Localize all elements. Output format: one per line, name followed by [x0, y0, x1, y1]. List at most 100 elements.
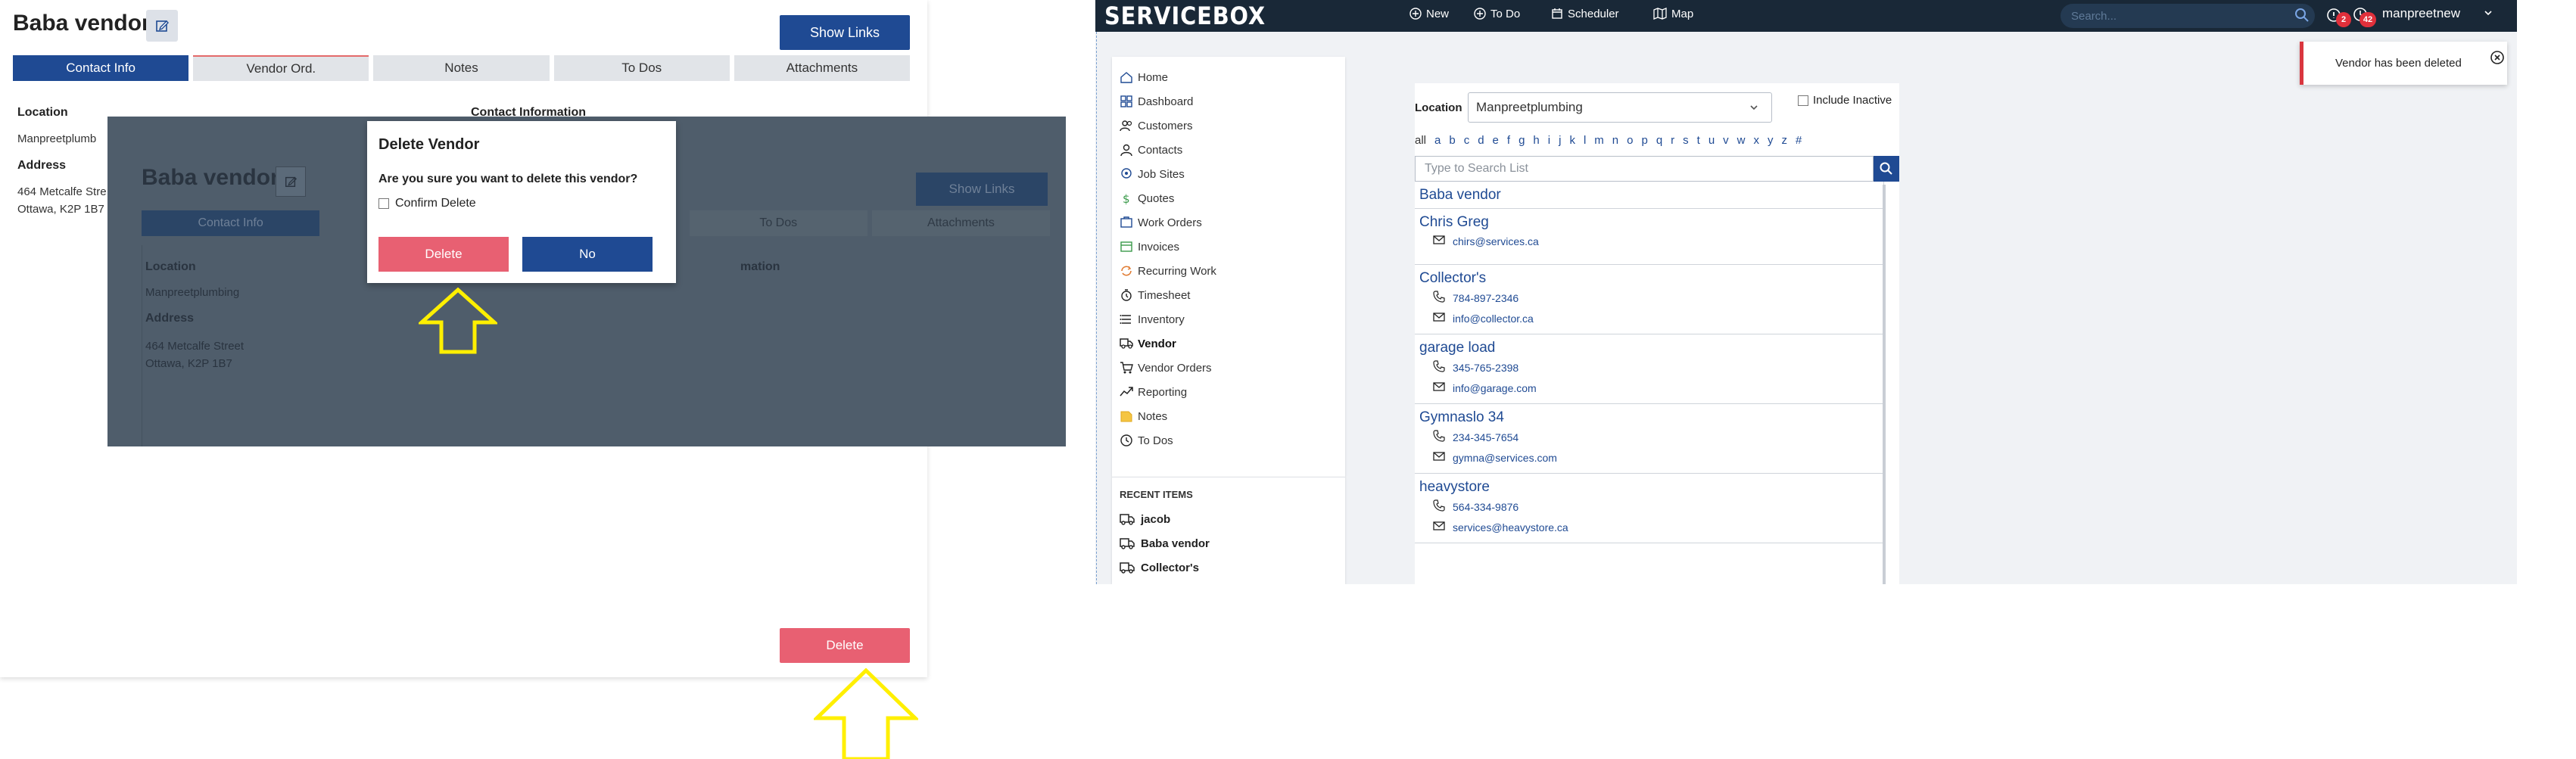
- alpha-filter-c[interactable]: c: [1464, 134, 1470, 147]
- alpha-filter-b[interactable]: b: [1449, 134, 1455, 147]
- close-icon[interactable]: [2490, 50, 2505, 65]
- dialog-no-button[interactable]: No: [522, 237, 653, 272]
- vendor-list-item[interactable]: Baba vendor: [1415, 182, 1883, 209]
- search-icon[interactable]: [2294, 7, 2310, 23]
- vendor-email[interactable]: info@garage.com: [1433, 381, 1537, 394]
- list-search-input[interactable]: Type to Search List: [1415, 156, 1874, 182]
- vendor-email[interactable]: chirs@services.ca: [1433, 235, 1539, 247]
- vendor-email[interactable]: gymna@services.com: [1433, 451, 1557, 464]
- sidebar-item-inventory[interactable]: Inventory: [1120, 308, 1185, 331]
- alpha-filter-m[interactable]: m: [1594, 134, 1604, 147]
- checkbox-box[interactable]: [1798, 95, 1808, 106]
- vendor-email-text[interactable]: chirs@services.ca: [1453, 235, 1539, 247]
- vendor-list-item[interactable]: heavystore 564-334-9876 services@heavystor…: [1415, 474, 1883, 543]
- alpha-filter-z[interactable]: z: [1782, 134, 1788, 147]
- sidebar-item-dashboard[interactable]: Dashboard: [1120, 90, 1193, 113]
- edit-button[interactable]: [146, 10, 178, 42]
- vendor-phone-text[interactable]: 234-345-7654: [1453, 431, 1519, 443]
- alpha-filter-k[interactable]: k: [1569, 134, 1575, 147]
- alpha-filter-all[interactable]: all: [1415, 134, 1426, 147]
- confirm-delete-checkbox[interactable]: Confirm Delete: [378, 197, 476, 210]
- sidebar-item-timesheet[interactable]: Timesheet: [1120, 284, 1190, 306]
- recent-item-jacob[interactable]: jacob: [1120, 508, 1170, 530]
- alpha-filter-s[interactable]: s: [1683, 134, 1689, 147]
- vendor-phone[interactable]: 784-897-2346: [1433, 291, 1519, 305]
- vendor-name-link[interactable]: Chris Greg: [1419, 214, 1489, 231]
- chevron-down-icon[interactable]: [2483, 8, 2493, 18]
- vendor-phone[interactable]: 345-765-2398: [1433, 360, 1519, 375]
- sidebar-item-job-sites[interactable]: Job Sites: [1120, 163, 1185, 185]
- alpha-filter-j[interactable]: j: [1559, 134, 1561, 147]
- delete-vendor-button[interactable]: Delete: [780, 628, 910, 663]
- vendor-list-item[interactable]: Chris Greg chirs@services.ca: [1415, 209, 1883, 265]
- sidebar-item-invoices[interactable]: Invoices: [1120, 235, 1179, 258]
- alpha-filter-r[interactable]: r: [1671, 134, 1674, 147]
- alpha-filter-y[interactable]: y: [1768, 134, 1774, 147]
- recent-item-baba-vendor[interactable]: Baba vendor: [1120, 532, 1210, 555]
- global-search-input[interactable]: Search...: [2060, 4, 2315, 28]
- sidebar-item-contacts[interactable]: Contacts: [1120, 138, 1182, 161]
- vendor-email-text[interactable]: info@garage.com: [1453, 382, 1537, 394]
- vendor-phone[interactable]: 564-334-9876: [1433, 499, 1519, 514]
- alpha-filter-i[interactable]: i: [1548, 134, 1550, 147]
- new-button[interactable]: New: [1409, 0, 1449, 27]
- vendor-list-item[interactable]: Collector's 784-897-2346 info@collector.ca: [1415, 265, 1883, 334]
- include-inactive-checkbox[interactable]: Include Inactive: [1798, 94, 1892, 107]
- tab-vendor-orders[interactable]: Vendor Ord.: [193, 55, 369, 81]
- tab-notes[interactable]: Notes: [373, 55, 550, 81]
- tab-contact-info[interactable]: Contact Info: [13, 55, 189, 81]
- vendor-name-link[interactable]: heavystore: [1419, 479, 1490, 496]
- alpha-filter-u[interactable]: u: [1709, 134, 1715, 147]
- vendor-phone-text[interactable]: 345-765-2398: [1453, 362, 1519, 374]
- vendor-list-item[interactable]: Gymnaslo 34 234-345-7654 gymna@services.co…: [1415, 404, 1883, 474]
- todo-button[interactable]: To Do: [1474, 0, 1520, 27]
- alpha-filter-x[interactable]: x: [1754, 134, 1760, 147]
- vendor-email-text[interactable]: info@collector.ca: [1453, 313, 1534, 325]
- alpha-filter-w[interactable]: w: [1737, 134, 1746, 147]
- alpha-filter-v[interactable]: v: [1723, 134, 1729, 147]
- vendor-phone[interactable]: 234-345-7654: [1433, 430, 1519, 444]
- alpha-filter-d[interactable]: d: [1478, 134, 1484, 147]
- vendor-name-link[interactable]: garage load: [1419, 340, 1495, 356]
- vendor-email-text[interactable]: gymna@services.com: [1453, 452, 1557, 464]
- tab-attachments[interactable]: Attachments: [734, 55, 911, 81]
- sidebar-item-work-orders[interactable]: Work Orders: [1120, 211, 1202, 234]
- sidebar-item-reporting[interactable]: Reporting: [1120, 381, 1187, 403]
- vendor-name-link[interactable]: Gymnaslo 34: [1419, 409, 1504, 426]
- vendor-email[interactable]: services@heavystore.ca: [1433, 521, 1568, 533]
- sidebar-item-notes[interactable]: Notes: [1120, 405, 1167, 428]
- tab-todos[interactable]: To Dos: [553, 55, 730, 81]
- username-menu[interactable]: manpreetnew: [2382, 6, 2460, 21]
- list-search-button[interactable]: [1874, 156, 1899, 182]
- map-button[interactable]: Map: [1653, 0, 1693, 27]
- alpha-filter-t[interactable]: t: [1697, 134, 1700, 147]
- checkbox-box[interactable]: [378, 198, 389, 209]
- sidebar-item-to-dos[interactable]: To Dos: [1120, 429, 1173, 452]
- alpha-filter-g[interactable]: g: [1519, 134, 1525, 147]
- app-logo[interactable]: SERVICEBOX: [1104, 2, 1266, 30]
- alpha-filter-f[interactable]: f: [1507, 134, 1510, 147]
- alpha-filter-p[interactable]: p: [1641, 134, 1647, 147]
- alpha-filter-n[interactable]: n: [1612, 134, 1618, 147]
- sidebar-item-quotes[interactable]: $ Quotes: [1120, 187, 1174, 210]
- vendor-email[interactable]: info@collector.ca: [1433, 312, 1534, 325]
- alpha-filter-hash[interactable]: #: [1796, 134, 1802, 147]
- vendor-phone-text[interactable]: 784-897-2346: [1453, 292, 1519, 304]
- location-select[interactable]: Manpreetplumbing: [1468, 92, 1772, 123]
- sidebar-item-vendor[interactable]: Vendor: [1120, 332, 1176, 355]
- vendor-name-link[interactable]: Collector's: [1419, 270, 1486, 287]
- alpha-filter-h[interactable]: h: [1533, 134, 1539, 147]
- sidebar-item-recurring-work[interactable]: Recurring Work: [1120, 260, 1216, 282]
- vendor-name-link[interactable]: Baba vendor: [1419, 187, 1501, 204]
- dialog-delete-button[interactable]: Delete: [378, 237, 509, 272]
- scheduler-button[interactable]: Scheduler: [1551, 0, 1619, 27]
- vendor-list-item[interactable]: garage load 345-765-2398 info@garage.com: [1415, 334, 1883, 404]
- alpha-filter-q[interactable]: q: [1656, 134, 1662, 147]
- alpha-filter-e[interactable]: e: [1493, 134, 1499, 147]
- sidebar-item-customers[interactable]: Customers: [1120, 114, 1193, 137]
- vendor-list-scrollbar[interactable]: [1883, 185, 1886, 584]
- alpha-filter-a[interactable]: a: [1434, 134, 1441, 147]
- alpha-filter-o[interactable]: o: [1627, 134, 1633, 147]
- alpha-filter-l[interactable]: l: [1584, 134, 1586, 147]
- vendor-phone-text[interactable]: 564-334-9876: [1453, 501, 1519, 513]
